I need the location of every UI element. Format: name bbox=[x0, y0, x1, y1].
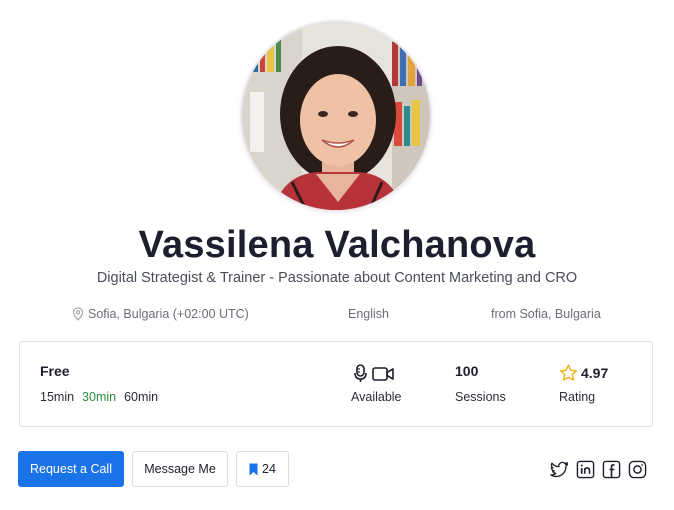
availability-label: Available bbox=[351, 390, 402, 404]
location-pin-icon bbox=[72, 307, 84, 321]
duration-options: 15min 30min 60min bbox=[40, 390, 158, 404]
profile-location: Sofia, Bulgaria (+02:00 UTC) bbox=[72, 307, 249, 321]
social-links bbox=[550, 460, 647, 479]
stats-card: Free 15min 30min 60min Available 100 Ses… bbox=[19, 341, 653, 427]
location-text: Sofia, Bulgaria (+02:00 UTC) bbox=[88, 307, 249, 321]
profile-language: English bbox=[348, 307, 389, 321]
profile-origin: from Sofia, Bulgaria bbox=[491, 307, 601, 321]
profile-headline: Digital Strategist & Trainer - Passionat… bbox=[96, 270, 578, 286]
microphone-icon bbox=[354, 364, 367, 382]
instagram-icon[interactable] bbox=[628, 460, 647, 479]
bookmark-icon bbox=[249, 463, 258, 475]
rating-value: 4.97 bbox=[581, 365, 609, 381]
price-label: Free bbox=[40, 363, 70, 379]
facebook-icon[interactable] bbox=[602, 460, 621, 479]
star-icon bbox=[559, 364, 578, 381]
rating-row: 4.97 bbox=[559, 364, 608, 382]
sessions-count: 100 bbox=[455, 363, 479, 379]
request-call-button[interactable]: Request a Call bbox=[18, 451, 124, 487]
bookmark-button[interactable]: 24 bbox=[236, 451, 289, 487]
message-button[interactable]: Message Me bbox=[132, 451, 228, 487]
rating-label: Rating bbox=[559, 390, 596, 404]
profile-name: Vassilena Valchanova bbox=[138, 224, 536, 266]
linkedin-icon[interactable] bbox=[576, 460, 595, 479]
profile-avatar bbox=[240, 20, 432, 212]
bookmark-count: 24 bbox=[262, 462, 276, 476]
sessions-label: Sessions bbox=[455, 390, 506, 404]
availability-icons bbox=[354, 364, 394, 383]
video-camera-icon bbox=[372, 366, 394, 381]
duration-option-60[interactable]: 60min bbox=[124, 390, 158, 404]
duration-option-15[interactable]: 15min bbox=[40, 390, 74, 404]
duration-option-30[interactable]: 30min bbox=[82, 390, 116, 404]
twitter-icon[interactable] bbox=[550, 460, 569, 479]
